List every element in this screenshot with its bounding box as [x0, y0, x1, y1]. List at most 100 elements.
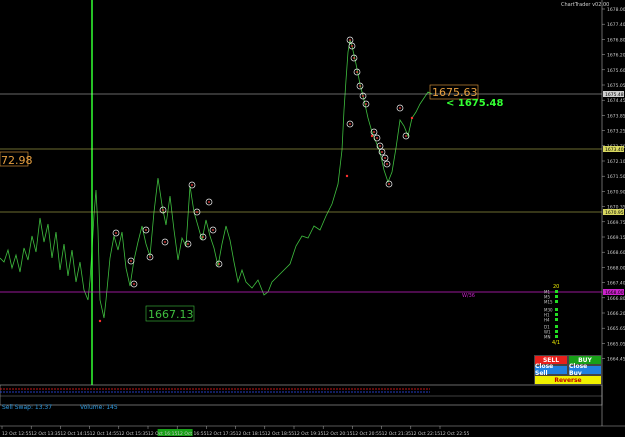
time-tick-label: 12 Oct 14:55: [90, 431, 119, 437]
time-tick-label: 12 Oct 20:15: [323, 431, 352, 437]
trade-marker-dot: [164, 241, 166, 243]
timeframe-status-square: [555, 300, 558, 303]
price-chart[interactable]: 1678.00 1677.40 1676.80 1676.20 1675.60 1675.…: [0, 0, 625, 437]
trade-marker-dot: [365, 103, 367, 105]
time-tick-label: 12 Oct 18:55: [265, 431, 294, 437]
time-tick-label: 12 Oct 22:15: [411, 431, 440, 437]
trade-marker-dot: [187, 243, 189, 245]
time-tick-label: 12 Oct 18:15: [236, 431, 265, 437]
trade-marker-dot: [196, 211, 198, 213]
trade-marker-dot: [115, 232, 117, 234]
trade-marker-dot: [145, 229, 147, 231]
price-tick-label: 1673.85: [607, 113, 625, 119]
price-tick-label: 1668.60: [607, 250, 625, 256]
price-tick-label: 1670.90: [607, 189, 625, 195]
price-tick-label: 1669.75: [607, 220, 625, 226]
close-buy-button[interactable]: Close Buy: [568, 363, 602, 377]
trade-marker-dot: [388, 183, 390, 185]
time-tick-label: 12 Oct 14:15: [60, 431, 89, 437]
trade-marker-dot: [362, 95, 364, 97]
trade-marker-dot: [353, 57, 355, 59]
trade-marker-small: [98, 319, 102, 323]
bid-price-label: < 1675.48: [446, 98, 503, 109]
timeframe-label: H4: [544, 318, 550, 323]
price-tick-label: 1676.80: [607, 37, 625, 43]
timeframe-bottom-value: 4/1: [552, 340, 560, 346]
price-tick-label: 1671.50: [607, 174, 625, 180]
trade-marker-dot: [349, 39, 351, 41]
timeframe-status-square: [555, 318, 558, 321]
left-level-label: 72.98: [1, 154, 33, 167]
price-tick-label: 1665.65: [607, 326, 625, 332]
price-highlight-label: 1668.00: [605, 290, 624, 296]
time-tick-label: 12 Oct 17:35: [206, 431, 235, 437]
trade-marker-dot: [351, 45, 353, 47]
trade-marker-dot: [405, 135, 407, 137]
time-tick-label: 12 Oct 12:55: [2, 431, 31, 437]
time-tick-label: 12 Oct 15:35: [119, 431, 148, 437]
trade-marker-dot: [202, 236, 204, 238]
trade-marker-dot: [349, 123, 351, 125]
lower-level-label: 1667.13: [148, 308, 194, 321]
sell-swap-status: Sell Swap: 13.37: [2, 404, 53, 411]
trade-marker-dot: [218, 263, 220, 265]
timeframe-status-square: [555, 313, 558, 316]
price-tick-label: 1666.20: [607, 311, 625, 317]
time-tick-label: 12 Oct 21:35: [382, 431, 411, 437]
price-tick-label: 1676.20: [607, 53, 625, 59]
time-tick-label: 12 Oct 13:35: [31, 431, 60, 437]
close-sell-button[interactable]: Close Sell: [534, 363, 568, 377]
price-highlight-label: 1673.40: [605, 147, 624, 153]
trade-marker-dot: [133, 283, 135, 285]
trade-marker-dot: [379, 145, 381, 147]
trade-marker-dot: [399, 107, 401, 109]
price-tick-label: 1668.00: [607, 265, 625, 271]
timeframe-top-value: 20: [553, 284, 559, 290]
price-tick-label: 1673.25: [607, 129, 625, 135]
trade-marker-dot: [359, 85, 361, 87]
price-highlight-label: 1670.95: [605, 210, 624, 216]
timeframe-label: MN: [544, 335, 550, 340]
trade-marker-small: [410, 116, 414, 120]
timeframe-status-square: [555, 335, 558, 338]
time-axis: 12 Oct 12:55 12 Oct 13:35 12 Oct 14:15 12 O…: [1, 426, 469, 437]
timeframe-status-square: [555, 295, 558, 298]
brand-label: ChartTrader v02.00: [561, 2, 610, 8]
price-highlight-label: 1675.48: [605, 92, 624, 98]
trade-marker-small: [370, 134, 374, 138]
price-tick-label: 1669.15: [607, 235, 625, 241]
time-tick-label: 12 Oct 22:55: [440, 431, 469, 437]
trade-marker-dot: [381, 151, 383, 153]
timeframe-indicator: 20M1M5M15M30H1H4D1W1MN4/1: [544, 284, 560, 346]
timeframe-status-square: [555, 308, 558, 311]
trade-marker-dot: [384, 157, 386, 159]
price-tick-label: 1672.10: [607, 159, 625, 165]
price-tick-label: 1678.00: [607, 7, 625, 13]
trade-marker-dot: [376, 137, 378, 139]
timeframe-status-square: [555, 290, 558, 293]
price-tick-label: 1664.45: [607, 357, 625, 363]
trade-marker-dot: [356, 71, 358, 73]
price-series-line: [0, 39, 433, 319]
reverse-button[interactable]: Reverse: [534, 375, 602, 385]
trade-marker-dot: [373, 131, 375, 133]
trade-marker-dot: [208, 201, 210, 203]
price-tick-label: 1674.45: [607, 98, 625, 104]
trade-marker-dot: [212, 229, 214, 231]
price-tick-label: 1665.05: [607, 341, 625, 347]
timeframe-status-square: [555, 330, 558, 333]
price-tick-label: 1677.40: [607, 22, 625, 28]
trade-marker-dot: [149, 256, 151, 258]
indicator-panel: [0, 384, 603, 406]
price-tick-label: 1666.80: [607, 296, 625, 302]
volume-status: Volume: 145: [80, 404, 118, 411]
magenta-level-label: W/36: [462, 293, 475, 299]
price-tick-label: 1675.60: [607, 68, 625, 74]
time-tick-label: 12 Oct 16:15: [148, 431, 177, 437]
trade-marker-dot: [386, 163, 388, 165]
time-tick-label: 12 Oct 16:55: [177, 431, 206, 437]
trade-marker-dot: [130, 260, 132, 262]
trade-marker-dot: [162, 209, 164, 211]
timeframe-status-square: [555, 325, 558, 328]
trade-marker-small: [345, 174, 349, 178]
